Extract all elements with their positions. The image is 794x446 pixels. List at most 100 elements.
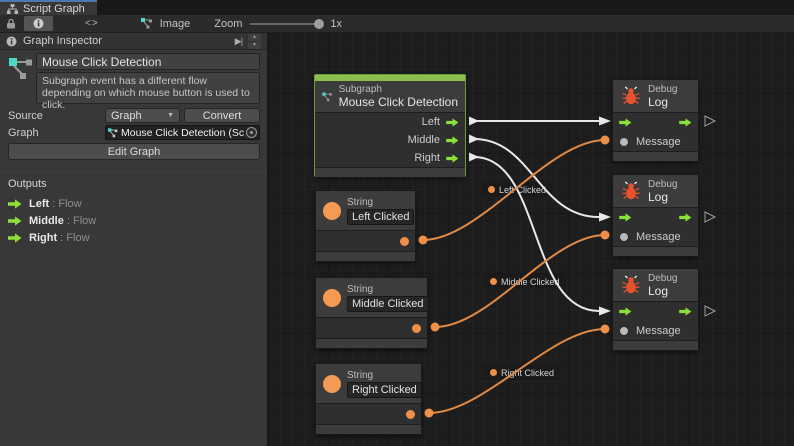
flow-out-arrow-icon[interactable] bbox=[679, 307, 692, 316]
code-brackets-icon[interactable]: <> bbox=[85, 18, 99, 29]
dropdown-caret-icon: ▼ bbox=[167, 112, 174, 119]
wire-terminal-dot bbox=[430, 322, 440, 332]
orange-dot-icon bbox=[490, 369, 497, 376]
node-header: Debug Log bbox=[613, 269, 698, 302]
source-label: Source bbox=[8, 110, 43, 122]
node-header: Subgraph Mouse Click Detection bbox=[315, 81, 465, 113]
flow-port-row[interactable] bbox=[613, 208, 698, 227]
spinner-buttons[interactable]: ▲ ▼ bbox=[248, 33, 261, 49]
message-port-icon[interactable] bbox=[619, 136, 629, 147]
convert-button-label: Convert bbox=[202, 109, 242, 122]
flow-in-arrow-icon[interactable] bbox=[619, 118, 632, 127]
port-left[interactable]: Left bbox=[315, 113, 465, 131]
flow-in-arrow-icon[interactable] bbox=[619, 213, 632, 222]
value-port-icon[interactable] bbox=[400, 236, 409, 246]
wire-terminal-dot bbox=[424, 408, 434, 418]
string-output-row[interactable] bbox=[316, 231, 415, 251]
lock-icon[interactable] bbox=[6, 18, 16, 29]
spinner-up-icon[interactable]: ▲ bbox=[248, 33, 261, 41]
string-value-field[interactable]: Middle Clicked bbox=[347, 295, 429, 312]
flow-port-row[interactable] bbox=[613, 302, 698, 321]
message-port-row[interactable]: Message bbox=[613, 227, 698, 246]
port-label: Left bbox=[421, 116, 440, 128]
unity-script-graph-window: Script Graph <> Image Zoom 1x Graph Insp… bbox=[0, 0, 794, 446]
string-value-field[interactable]: Right Clicked bbox=[347, 381, 422, 398]
value-port-icon[interactable] bbox=[412, 323, 421, 333]
spinner-down-icon[interactable]: ▼ bbox=[248, 41, 261, 49]
source-dropdown[interactable]: Graph ▼ bbox=[105, 108, 180, 123]
zoom-slider[interactable] bbox=[250, 18, 325, 30]
message-port-icon[interactable] bbox=[619, 325, 629, 336]
string-circle-icon bbox=[323, 288, 341, 307]
message-port-icon[interactable] bbox=[619, 231, 629, 242]
wire-value-label: Middle Clicked bbox=[484, 274, 566, 289]
bug-icon bbox=[622, 275, 640, 294]
inspector-header-title: Graph Inspector bbox=[23, 35, 102, 47]
edit-graph-button[interactable]: Edit Graph bbox=[8, 143, 260, 160]
node-debug-log-3[interactable]: Debug Log Message bbox=[612, 268, 699, 351]
tab-label: Script Graph bbox=[23, 2, 85, 15]
zoom-slider-handle[interactable] bbox=[314, 18, 325, 29]
value-port-icon[interactable] bbox=[406, 409, 415, 419]
port-middle[interactable]: Middle bbox=[315, 131, 465, 149]
wire-terminal-dot bbox=[600, 230, 610, 240]
node-footer bbox=[316, 424, 421, 434]
message-port-row[interactable]: Message bbox=[613, 132, 698, 151]
flow-out-arrow-icon[interactable] bbox=[679, 118, 692, 127]
node-title: Log bbox=[648, 283, 669, 298]
string-output-row[interactable] bbox=[316, 404, 421, 424]
message-label: Message bbox=[636, 230, 681, 243]
flow-arrow-icon bbox=[446, 135, 459, 145]
port-right[interactable]: Right bbox=[315, 149, 465, 167]
node-string-right-clicked[interactable]: String Right Clicked bbox=[315, 363, 422, 435]
output-type: : Flow bbox=[52, 197, 82, 210]
string-output-row[interactable] bbox=[316, 318, 427, 338]
node-header: Debug Log bbox=[613, 175, 698, 208]
graph-description-field[interactable]: Subgraph event has a different flow depe… bbox=[36, 72, 260, 111]
flow-in-arrow-icon[interactable] bbox=[619, 307, 632, 316]
graph-object-value: Mouse Click Detection (Scri bbox=[121, 126, 244, 139]
convert-button[interactable]: Convert bbox=[184, 108, 260, 123]
dock-icon[interactable]: ▶| bbox=[235, 36, 243, 47]
string-circle-icon bbox=[323, 374, 341, 393]
flow-port-row[interactable] bbox=[613, 113, 698, 132]
graph-image-icon bbox=[140, 18, 152, 29]
node-debug-log-1[interactable]: Debug Log Message bbox=[612, 79, 699, 162]
graph-canvas[interactable]: Left Clicked Middle Clicked Right Clicke… bbox=[268, 33, 794, 446]
string-value-field[interactable]: Left Clicked bbox=[347, 208, 415, 225]
node-header: Debug Log bbox=[613, 80, 698, 113]
image-indicator: Image bbox=[140, 18, 190, 30]
graph-object-field[interactable]: Mouse Click Detection (Scri bbox=[105, 125, 260, 140]
wire-value-text: Right Clicked bbox=[501, 367, 555, 378]
object-picker-icon[interactable] bbox=[246, 127, 257, 138]
node-string-middle-clicked[interactable]: String Middle Clicked bbox=[315, 277, 429, 349]
output-type: : Flow bbox=[60, 231, 90, 244]
wire-value-label: Left Clicked bbox=[482, 182, 553, 197]
wire-terminal-dot bbox=[600, 135, 610, 145]
flow-arrow-icon bbox=[8, 198, 22, 209]
outputs-header: Outputs bbox=[8, 178, 47, 190]
port-label: Middle bbox=[407, 134, 440, 146]
inspector-toggle-button[interactable] bbox=[24, 16, 53, 31]
node-subgraph-mouse-click-detection[interactable]: Subgraph Mouse Click Detection Left Midd… bbox=[314, 74, 466, 177]
message-port-row[interactable]: Message bbox=[613, 321, 698, 340]
wire-end-arrow bbox=[599, 306, 611, 316]
wire-value-text: Left Clicked bbox=[499, 184, 547, 195]
graph-title-field[interactable]: Mouse Click Detection bbox=[36, 53, 260, 70]
section-divider bbox=[0, 171, 267, 172]
wire-start-arrow bbox=[469, 116, 479, 126]
inspector-header: Graph Inspector ▶| ▲ ▼ bbox=[0, 33, 267, 50]
node-footer bbox=[316, 338, 427, 348]
wire-middle-to-log2[interactable] bbox=[473, 138, 600, 218]
graph-description-value: Subgraph event has a different flow depe… bbox=[42, 75, 250, 111]
string-circle-icon bbox=[323, 201, 341, 220]
tab-script-graph[interactable]: Script Graph bbox=[0, 0, 97, 15]
flow-out-arrow-icon[interactable] bbox=[679, 213, 692, 222]
graph-field-label: Graph bbox=[8, 127, 39, 139]
graph-toolbar: <> Image Zoom 1x bbox=[0, 15, 794, 33]
wire-terminal-dot bbox=[418, 235, 428, 245]
node-string-left-clicked[interactable]: String Left Clicked bbox=[315, 190, 416, 262]
node-debug-log-2[interactable]: Debug Log Message bbox=[612, 174, 699, 257]
node-kind: String bbox=[347, 283, 374, 295]
orange-dot-icon bbox=[488, 186, 495, 193]
